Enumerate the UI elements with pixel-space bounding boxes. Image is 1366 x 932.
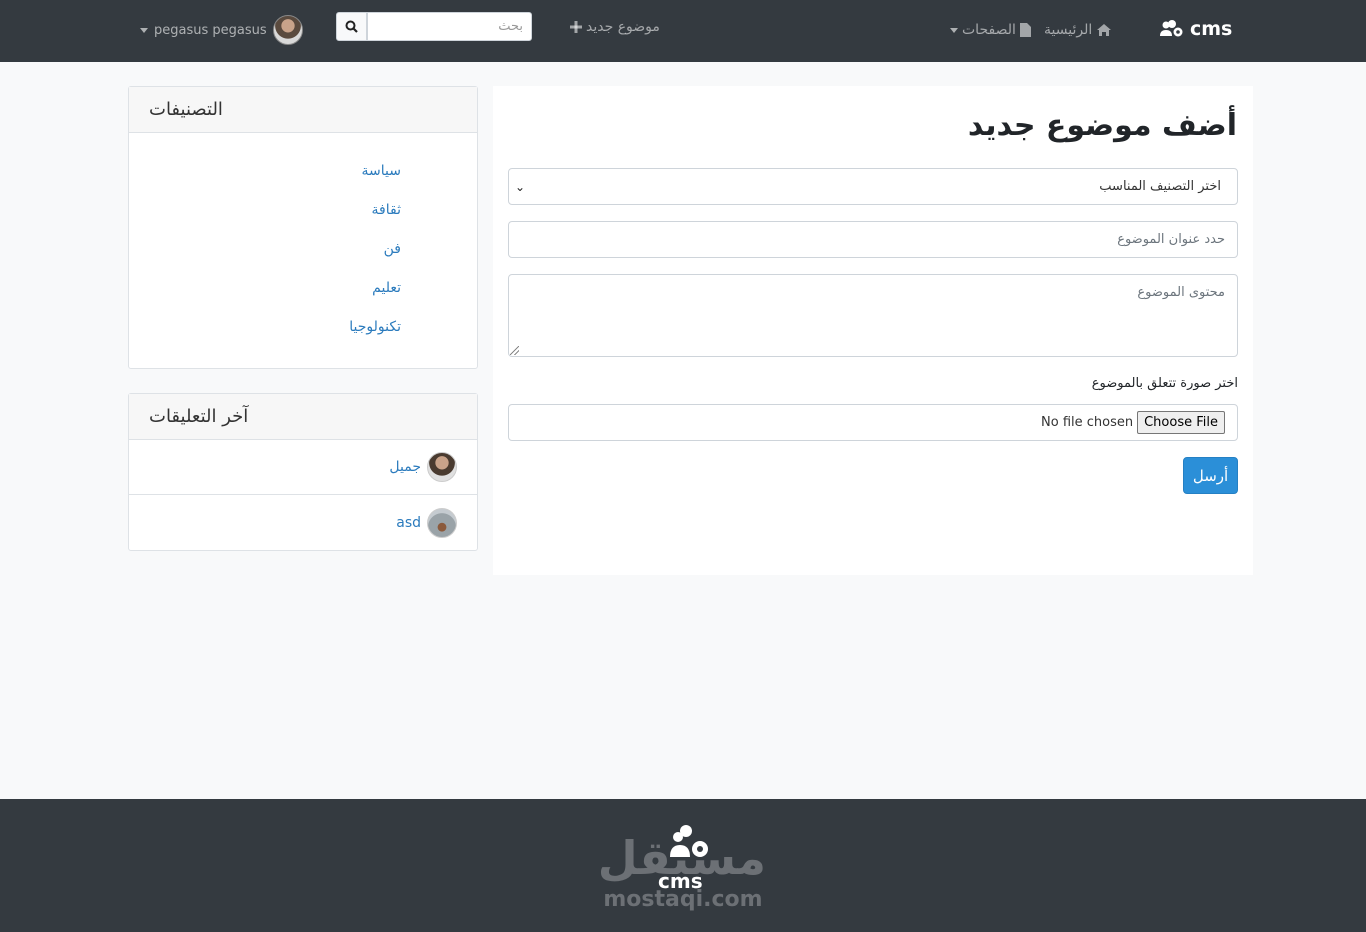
category-link[interactable]: سياسة (129, 163, 477, 202)
category-link[interactable]: تكنولوجيا (129, 319, 477, 358)
comment-item[interactable]: asd (129, 495, 477, 550)
latest-comments-card: آخر التعليقات جميل asd (128, 393, 478, 551)
brand-text: cms (1190, 18, 1233, 40)
users-cog-icon (670, 825, 708, 857)
mostaqil-logo: مستقل cms mostaqi.com (598, 823, 766, 915)
logo-domain-text: mostaqi.com (603, 887, 763, 912)
category-link[interactable]: تعليم (129, 280, 477, 319)
categories-list: سياسة ثقافة فن تعليم تكنولوجيا (129, 133, 477, 358)
nav-pages-dropdown[interactable]: الصفحات (950, 22, 1031, 38)
user-name: pegasus pegasus (154, 22, 267, 38)
new-topic-form: أضف موضوع جديد ⌄ اختر التصنيف المناسب اخ… (493, 86, 1253, 575)
search-button[interactable] (336, 12, 367, 41)
nav-new-topic-link[interactable]: موضوع جديد (570, 19, 660, 35)
avatar (427, 507, 457, 538)
plus-icon (570, 21, 582, 33)
home-icon (1097, 24, 1112, 36)
search-input[interactable] (367, 12, 532, 41)
resize-handle[interactable] (510, 346, 519, 355)
users-cog-icon (1160, 20, 1183, 37)
categories-card: التصنيفات سياسة ثقافة فن تعليم تكنولوجيا (128, 86, 478, 369)
comments-title: آخر التعليقات (129, 394, 477, 440)
submit-button[interactable]: أرسل (1183, 457, 1238, 494)
file-icon (1019, 23, 1031, 37)
topic-content-textarea[interactable] (508, 274, 1238, 357)
category-link[interactable]: ثقافة (129, 202, 477, 241)
category-select-value: اختر التصنيف المناسب (1099, 179, 1221, 194)
nav-home-label: الرئيسية (1044, 22, 1093, 38)
comment-text[interactable]: جميل (389, 459, 421, 475)
category-link[interactable]: فن (129, 241, 477, 280)
chevron-down-icon: ⌄ (515, 179, 526, 194)
category-select[interactable]: ⌄ اختر التصنيف المناسب (508, 168, 1238, 205)
chevron-down-icon (140, 27, 148, 33)
avatar (427, 452, 457, 482)
choose-file-button[interactable]: Choose File (1137, 411, 1225, 434)
image-file-input[interactable]: No file chosen Choose File (508, 404, 1238, 441)
file-status: No file chosen (1041, 415, 1134, 430)
topic-title-input[interactable] (508, 221, 1238, 258)
search-icon (345, 20, 358, 33)
nav-pages-label: الصفحات (962, 22, 1016, 38)
categories-title: التصنيفات (129, 87, 477, 133)
nav-new-topic-label: موضوع جديد (586, 19, 660, 35)
image-label: اختر صورة تتعلق بالموضوع (1091, 376, 1238, 391)
avatar (272, 15, 303, 45)
top-navbar: cms الرئيسية الصفحات موضوع جديد pegasus … (0, 0, 1366, 62)
brand-link[interactable]: cms (1160, 18, 1232, 40)
comment-text[interactable]: asd (396, 515, 421, 531)
page-title: أضف موضوع جديد (967, 108, 1237, 143)
comment-item[interactable]: جميل (129, 440, 477, 495)
user-menu[interactable]: pegasus pegasus (140, 15, 303, 45)
nav-home-link[interactable]: الرئيسية (1044, 22, 1112, 38)
footer: مستقل cms mostaqi.com (0, 799, 1366, 932)
chevron-down-icon (950, 27, 958, 33)
